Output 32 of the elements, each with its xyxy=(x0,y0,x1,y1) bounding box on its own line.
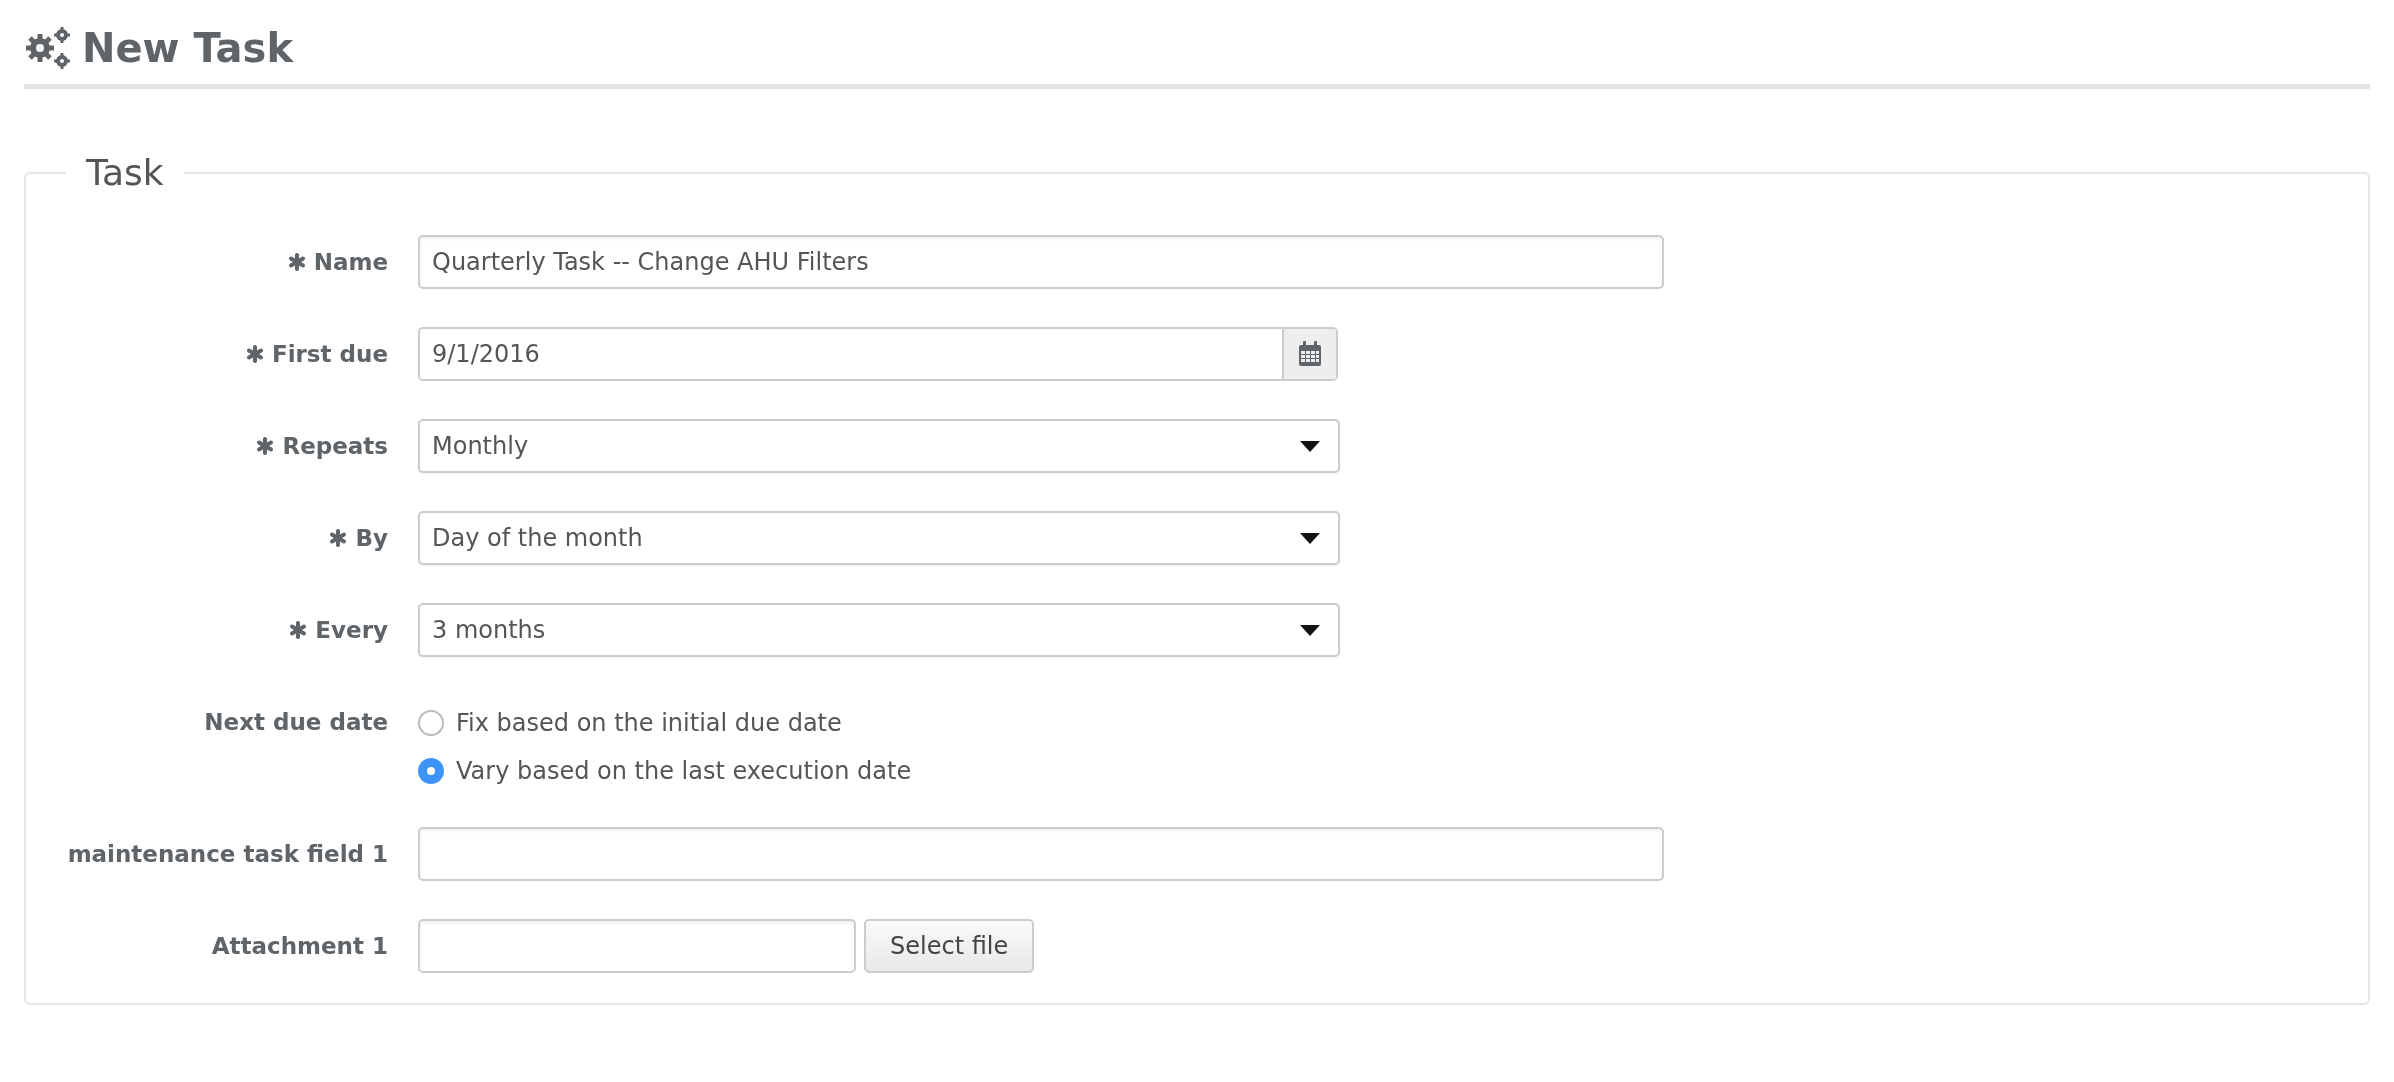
field-label: First due xyxy=(271,339,388,369)
radio-button[interactable] xyxy=(418,758,444,784)
field-label: Name xyxy=(313,247,388,277)
field-label: Every xyxy=(315,615,388,645)
calendar-button[interactable] xyxy=(1282,329,1336,379)
caret-icon xyxy=(1300,532,1320,544)
caret-icon xyxy=(1300,440,1320,452)
asterisk-icon xyxy=(287,253,306,271)
dropdown[interactable]: Day of the month xyxy=(418,511,1340,565)
radio-button[interactable] xyxy=(418,710,444,736)
field-label: maintenance task field 1 xyxy=(67,839,388,869)
text-field[interactable] xyxy=(418,827,1664,881)
gears-icon xyxy=(24,26,72,70)
dropdown[interactable]: Monthly xyxy=(418,419,1340,473)
dropdown[interactable]: 3 months xyxy=(418,603,1340,657)
section-title: Task xyxy=(85,155,165,191)
asterisk-icon xyxy=(256,437,275,455)
field-label: Attachment 1 xyxy=(211,931,388,961)
field-label: By xyxy=(355,523,388,553)
calendar-icon xyxy=(1298,341,1322,367)
text-field[interactable]: Quarterly Task -- Change AHU Filters xyxy=(418,235,1664,289)
select-file-button[interactable]: Select file xyxy=(864,919,1035,973)
page-title: New Task xyxy=(82,28,293,68)
field-label: Repeats xyxy=(282,431,388,461)
asterisk-icon xyxy=(289,621,308,639)
file-name-field[interactable] xyxy=(418,919,856,973)
radio-label: Vary based on the last execution date xyxy=(456,756,912,787)
field-label: Next due date xyxy=(204,707,388,737)
asterisk-icon xyxy=(245,345,264,363)
radio-label: Fix based on the initial due date xyxy=(456,708,842,739)
caret-icon xyxy=(1300,624,1320,636)
asterisk-icon xyxy=(329,529,348,547)
